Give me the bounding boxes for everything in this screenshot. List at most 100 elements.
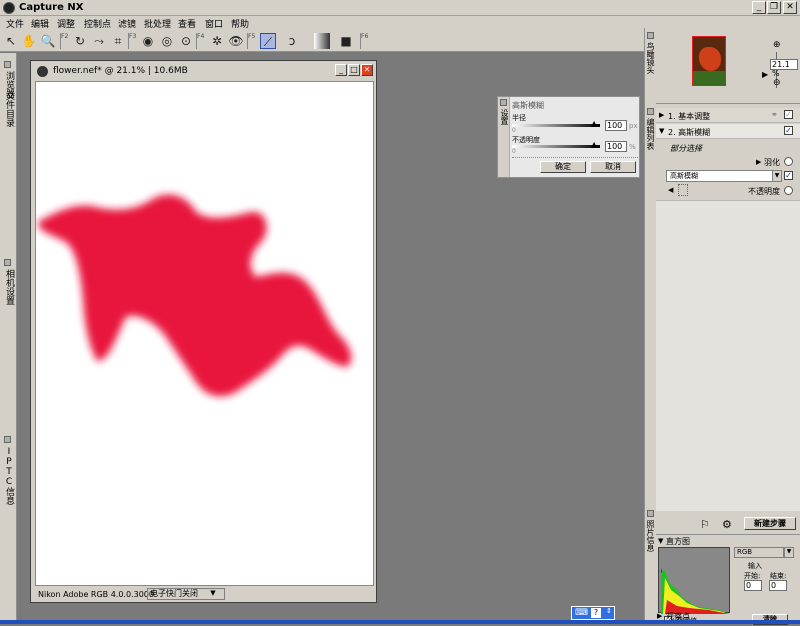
ok-button[interactable]: 确定	[540, 161, 586, 173]
black-point-icon[interactable]: ◉	[140, 33, 156, 49]
taskbar	[0, 620, 800, 624]
help-icon[interactable]: ?	[591, 608, 601, 618]
slider-thumb-icon[interactable]: ▲	[591, 119, 597, 128]
document-status-bar: Nikon Adobe RGB 4.0.0.3000 电子快门关闭 ▼	[35, 588, 374, 601]
opacity-expand-icon[interactable]: ◀	[668, 186, 673, 194]
color-point-icon[interactable]: ◎	[159, 33, 175, 49]
close-button[interactable]: ✕	[783, 1, 797, 14]
step-basic-adjust[interactable]: ▶ 1. 基本调整 ⚭ ✓	[656, 108, 800, 123]
edit-list-toggle-icon[interactable]	[647, 108, 654, 115]
expand-icon[interactable]: ▶	[657, 612, 662, 620]
foliage-thumbnail	[693, 71, 725, 85]
lasso-icon[interactable]: ↄ	[284, 33, 300, 49]
camera-settings-toggle-icon[interactable]	[4, 259, 11, 266]
red-eye-point-icon[interactable]: ⊙	[178, 33, 194, 49]
straighten-icon[interactable]: ⤳	[91, 33, 107, 49]
opacity-radio[interactable]	[784, 186, 793, 195]
zoom-icon[interactable]: 🔍	[40, 33, 56, 49]
opacity-slider[interactable]	[512, 145, 600, 148]
menu-adjust[interactable]: 调整	[57, 17, 75, 30]
menu-file[interactable]: 文件	[6, 17, 24, 30]
link-icon[interactable]: ⚭	[771, 110, 778, 119]
auto-retouch-icon[interactable]: ✲	[209, 33, 225, 49]
zoom-out-icon[interactable]: ⊖	[773, 78, 781, 88]
radius-unit: px	[629, 122, 638, 130]
menu-view[interactable]: 查看	[178, 17, 196, 30]
step1-checkbox[interactable]: ✓	[784, 110, 793, 119]
panel-toggle-icon[interactable]	[500, 99, 507, 106]
browser-toggle-icon[interactable]	[4, 61, 11, 68]
menu-edit[interactable]: 编辑	[31, 17, 49, 30]
gaussian-settings-tab[interactable]: 设置	[499, 109, 510, 125]
step2-checkbox[interactable]: ✓	[784, 126, 793, 135]
navigator-thumbnail[interactable]	[692, 36, 726, 86]
feather-radio[interactable]	[784, 157, 793, 166]
opacity-input[interactable]: 100	[605, 141, 627, 152]
zoom-level[interactable]: 21.1 %	[770, 59, 798, 78]
menu-control-points[interactable]: 控制点	[84, 17, 111, 30]
flag-icon[interactable]: ⚐	[700, 518, 710, 531]
menu-window[interactable]: 窗口	[205, 17, 223, 30]
right-panel: ⊕ ▶ 21.1 % ⊖ ▶ 1. 基本调整 ⚭ ✓ ▼ 2. 高斯模糊 ✓ 部…	[656, 28, 800, 625]
image-canvas[interactable]	[35, 81, 374, 586]
tab-iptc-info[interactable]: IPTC信息	[3, 447, 14, 507]
language-bar[interactable]: ⌨ ? ⇕	[571, 606, 615, 620]
minimize-button[interactable]: _	[752, 1, 766, 14]
rotate-icon[interactable]: ↻	[72, 33, 88, 49]
tab-folders[interactable]: 文件目录	[3, 91, 14, 131]
collapse-icon[interactable]: ▼	[658, 537, 663, 545]
tab-camera-settings[interactable]: 相机设置	[3, 269, 14, 309]
navigator-toggle-icon[interactable]	[647, 32, 654, 39]
cancel-button[interactable]: 取消	[590, 161, 636, 173]
keyboard-icon[interactable]: ⌨	[575, 608, 588, 618]
selection-brush-icon[interactable]: ⟋	[260, 33, 276, 49]
blend-mode-select[interactable]: 高斯模糊	[666, 170, 774, 182]
doc-maximize-button[interactable]: □	[348, 64, 360, 76]
radius-slider[interactable]	[512, 124, 600, 127]
chevron-down-icon[interactable]: ▼	[207, 589, 219, 599]
step-gaussian-blur[interactable]: ▼ 2. 高斯模糊 ✓	[656, 124, 800, 139]
feather-expand-icon[interactable]: ▶	[756, 158, 761, 166]
gradient-tool-icon[interactable]	[314, 33, 330, 49]
gaussian-side-bar: 设置	[498, 97, 510, 177]
photo-info-toggle-icon[interactable]	[647, 510, 654, 517]
menu-filter[interactable]: 滤镜	[118, 17, 136, 30]
histogram-chart	[661, 568, 729, 614]
doc-minimize-button[interactable]: _	[335, 64, 347, 76]
selective-label: 部分选择	[670, 144, 702, 153]
chevron-down-icon[interactable]: ⇕	[606, 607, 612, 615]
chevron-down-icon[interactable]: ▼	[772, 170, 782, 182]
fill-icon[interactable]: ■	[338, 33, 354, 49]
start-input[interactable]: 0	[744, 580, 762, 591]
menu-batch[interactable]: 批处理	[144, 17, 171, 30]
crop-icon[interactable]: ⌗	[110, 33, 126, 49]
blend-checkbox[interactable]: ✓	[784, 171, 793, 180]
tab-photo-info[interactable]: 照片信息	[646, 520, 655, 552]
chevron-down-icon[interactable]: ▼	[784, 547, 794, 558]
tab-navigator[interactable]: 鸟瞰镜头	[646, 42, 655, 74]
hand-icon[interactable]: ✋	[21, 33, 37, 49]
histogram-graph	[658, 547, 730, 614]
slider-thumb-icon[interactable]: ▲	[591, 140, 597, 149]
restore-button[interactable]: ❐	[767, 1, 781, 14]
end-input[interactable]: 0	[769, 580, 787, 591]
expand-icon[interactable]: ▶	[659, 111, 664, 119]
document-window: flower.nef* @ 21.1% | 10.6MB _ □ ✕ Nikon…	[30, 60, 377, 603]
channel-select[interactable]: RGB	[734, 547, 784, 558]
direct-select-icon[interactable]: ↖	[3, 33, 19, 49]
collapse-icon[interactable]: ▼	[659, 127, 664, 135]
new-step-button[interactable]: 新建步骤	[744, 517, 796, 530]
zoom-thumb-icon[interactable]: ▶	[762, 70, 768, 79]
doc-close-button[interactable]: ✕	[361, 64, 373, 76]
step-label: 1. 基本调整	[668, 112, 711, 121]
radius-label: 半径	[512, 114, 526, 122]
iptc-toggle-icon[interactable]	[4, 436, 11, 443]
red-eye-icon[interactable]: 👁	[228, 33, 244, 49]
radius-input[interactable]: 100	[605, 120, 627, 131]
gaussian-title: 高斯模糊	[512, 101, 544, 110]
tab-edit-list[interactable]: 编辑列表	[646, 118, 655, 150]
opacity-swatch[interactable]	[678, 184, 688, 196]
menu-help[interactable]: 帮助	[231, 17, 249, 30]
zoom-in-icon[interactable]: ⊕	[773, 40, 781, 50]
gear-icon[interactable]: ⚙	[722, 518, 732, 531]
